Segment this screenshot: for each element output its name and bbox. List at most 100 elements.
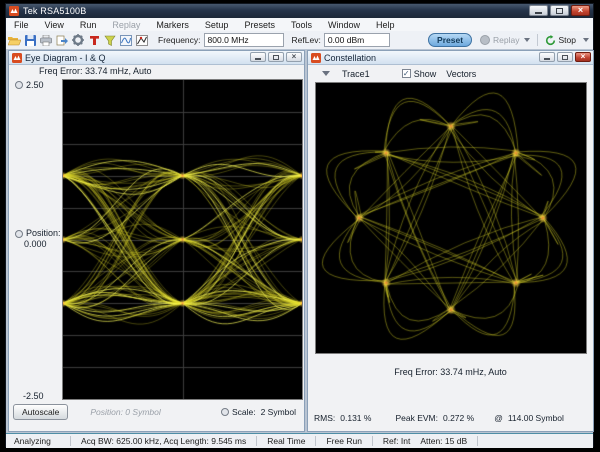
toolbar-divider [537,34,538,46]
eye-position-value[interactable]: 0.000 [24,239,61,250]
peak-evm-label: Peak EVM: [395,413,438,423]
scale-spinner-icon[interactable] [221,408,229,416]
menu-replay: Replay [104,20,148,30]
screen: Tek RSA5100B × File View Run Replay Mark… [0,0,600,452]
peak-evm-value: 0.272 % [443,413,474,423]
stop-run-icon [545,35,556,46]
constellation-controls: Trace1 ✓ Show Vectors [308,66,593,81]
frequency-input[interactable]: 800.0 MHz [204,33,284,47]
constellation-freq-error: Freq Error: 33.74 mHz, Auto [308,367,593,377]
replay-dropdown-arrow[interactable] [524,38,530,42]
restore-icon [273,55,279,60]
preset-button[interactable]: Preset [428,33,472,47]
menu-bar: File View Run Replay Markers Setup Prese… [6,18,593,31]
save-icon[interactable] [23,34,37,47]
stop-dropdown-arrow[interactable] [583,38,589,42]
status-mode: Real Time [257,436,315,446]
status-divider [477,436,478,446]
trace-dropdown-icon[interactable] [322,71,330,76]
menu-view[interactable]: View [37,20,72,30]
menu-presets[interactable]: Presets [236,20,283,30]
constellation-canvas [316,83,586,353]
restore-icon [562,55,568,60]
eye-position-label: Position: [26,228,61,239]
print-icon[interactable] [39,34,53,47]
autoscale-button[interactable]: Autoscale [13,404,68,420]
stop-label: Stop [559,35,577,45]
window-title: Tek RSA5100B [23,6,86,16]
eye-y-min: -2.50 [23,391,44,401]
close-icon: × [581,53,586,61]
close-icon: × [292,53,297,61]
menu-window[interactable]: Window [320,20,368,30]
status-reference: Ref: Int [373,436,420,446]
tek-app-icon [9,6,19,16]
minimize-button[interactable] [529,5,548,16]
app-window: Tek RSA5100B × File View Run Replay Mark… [5,3,594,447]
eye-diagram-canvas [63,80,302,399]
rms-value: 0.131 % [340,413,371,423]
frequency-label: Frequency: [158,35,201,45]
eye-title: Eye Diagram - I & Q [25,53,106,63]
constellation-stats: RMS: 0.131 % Peak EVM: 0.272 % @ 114.00 … [308,413,593,423]
eye-scale-label: Scale: [232,407,256,417]
eye-restore-button[interactable] [268,52,284,62]
eye-close-button[interactable]: × [286,52,302,62]
constellation-minimize-button[interactable] [539,52,555,62]
show-checkbox[interactable]: ✓ [402,69,411,78]
scale-spinner-icon[interactable] [15,81,23,89]
reflev-input[interactable]: 0.00 dBm [324,33,390,47]
rms-label: RMS: [314,413,335,423]
menu-setup[interactable]: Setup [197,20,237,30]
eye-titlebar: Eye Diagram - I & Q × [9,51,304,65]
settings-gear-icon[interactable] [71,34,85,47]
stop-button[interactable]: Stop [545,35,577,46]
eye-diagram-plot[interactable] [62,79,303,400]
minimize-icon [535,12,542,14]
eye-freq-error: Freq Error: 33.74 mHz, Auto [39,66,152,76]
close-button[interactable]: × [571,5,590,16]
menu-help[interactable]: Help [368,20,403,30]
eye-scale-value[interactable]: 2 Symbol [261,407,296,417]
at-symbol-label: @ [494,413,503,423]
status-trigger: Free Run [316,436,371,446]
markers-setup-icon[interactable] [135,34,149,47]
constellation-close-button[interactable]: × [575,52,591,62]
menu-run[interactable]: Run [72,20,105,30]
trigger-icon[interactable] [103,34,117,47]
minimize-icon [544,58,550,60]
reflev-label: RefLev: [292,35,321,45]
replay-button: Replay [480,35,519,45]
open-file-icon[interactable] [7,34,21,47]
export-icon[interactable] [55,34,69,47]
trace-selector[interactable]: Trace1 [342,69,370,79]
constellation-plot[interactable] [315,82,587,354]
tek-panel-icon [12,53,22,63]
maximize-button[interactable] [550,5,569,16]
position-spinner-icon[interactable] [15,230,23,238]
eye-y-max: 2.50 [26,80,44,90]
displays-icon[interactable] [119,34,133,47]
tek-panel-icon [311,53,321,63]
menu-tools[interactable]: Tools [283,20,320,30]
at-symbol-value: 114.00 Symbol [508,413,564,423]
text-marker-icon[interactable] [87,34,101,47]
menu-markers[interactable]: Markers [148,20,197,30]
constellation-title: Constellation [324,53,376,63]
maximize-icon [556,8,563,14]
minimize-icon [255,58,261,60]
constellation-window: Constellation × Trace1 ✓ Show Vectors [307,50,594,432]
status-state: Analyzing [6,436,70,446]
vectors-button[interactable]: Vectors [446,69,476,79]
status-acquisition: Acq BW: 625.00 kHz, Acq Length: 9.545 ms [71,436,256,446]
eye-minimize-button[interactable] [250,52,266,62]
replay-label: Replay [493,35,519,45]
toolbar: Frequency: 800.0 MHz RefLev: 0.00 dBm Pr… [6,31,593,50]
eye-diagram-window: Eye Diagram - I & Q × Freq Error: 33.74 … [8,50,305,432]
status-attenuation: Atten: 15 dB [420,436,477,446]
menu-file[interactable]: File [6,20,37,30]
status-bar: Analyzing Acq BW: 625.00 kHz, Acq Length… [6,434,593,448]
main-titlebar: Tek RSA5100B × [6,4,593,18]
constellation-restore-button[interactable] [557,52,573,62]
workspace: Eye Diagram - I & Q × Freq Error: 33.74 … [6,49,593,434]
